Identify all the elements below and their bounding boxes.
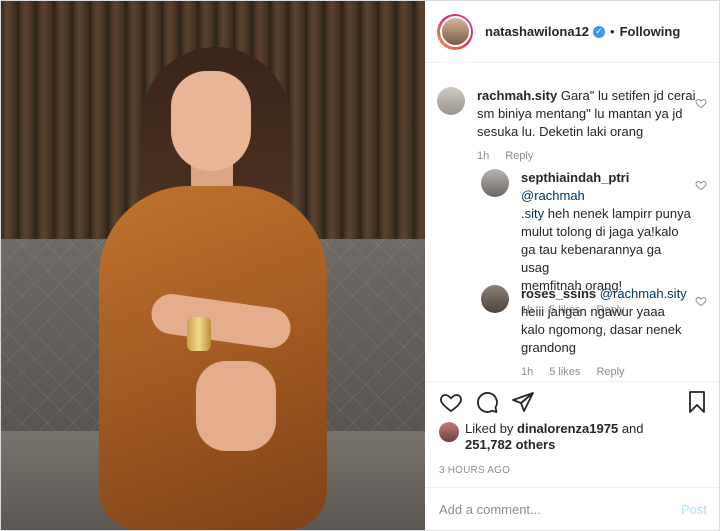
verified-badge-icon: ✓ <box>593 25 606 38</box>
comment-text-line: Gara" lu setifen jd cerai <box>560 88 696 103</box>
comment-like-icon[interactable] <box>695 295 707 307</box>
liked-by: Liked by dinalorenza1975 and 251,782 oth… <box>425 421 719 461</box>
profile-avatar[interactable] <box>437 13 473 50</box>
add-comment-input[interactable]: Add a comment... <box>439 502 541 517</box>
post-header: natashawilona12 ✓ • Following <box>425 1 719 63</box>
comment-body: rachmah.sity Gara" lu setifen jd cerai s… <box>477 87 696 165</box>
avatar-image <box>439 16 471 47</box>
dress <box>99 186 327 530</box>
comment-text-line: mulut tolong di jaga ya!kalo <box>521 224 679 239</box>
comment-text-line: ga tau kebenarannya ga usag <box>521 242 662 275</box>
profile-username[interactable]: natashawilona12 <box>485 24 589 39</box>
comment-text-line: sesuka lu. Deketin laki orang <box>477 124 644 139</box>
commenter-avatar[interactable] <box>481 285 509 313</box>
liker-avatar[interactable] <box>439 422 459 442</box>
header-separator: • <box>610 24 615 39</box>
comment-text-line: heiii jangan ngawur yaaa <box>521 304 665 319</box>
comment-text-line: grandong <box>521 340 576 355</box>
share-icon[interactable] <box>511 390 535 414</box>
likes-count[interactable]: 5 likes <box>549 363 580 381</box>
comment-meta: 1h Reply <box>477 147 696 165</box>
comment-username[interactable]: roses_ssins <box>521 286 596 301</box>
comment-username[interactable]: rachmah.sity <box>477 88 557 103</box>
comment-item: rachmah.sity Gara" lu setifen jd cerai s… <box>437 87 697 165</box>
following-button[interactable]: Following <box>620 24 681 39</box>
comment-text-line: kalo ngomong, dasar nenek <box>521 322 682 337</box>
mention-link[interactable]: .sity <box>521 206 544 221</box>
post-actions <box>425 381 719 421</box>
comment-text-line: sm biniya mentang" lu mantan ya jd <box>477 106 683 121</box>
hand <box>196 361 276 451</box>
commenter-avatar[interactable] <box>437 87 465 115</box>
comment-like-icon[interactable] <box>695 179 707 191</box>
reply-item: roses_ssins @rachmah.sity heiii jangan n… <box>481 285 691 381</box>
reply-button[interactable]: Reply <box>505 147 533 165</box>
comment-like-icon[interactable] <box>695 97 707 109</box>
likes-others-count[interactable]: 251,782 others <box>465 437 555 452</box>
liker-username[interactable]: dinalorenza1975 <box>517 421 618 436</box>
post-timestamp[interactable]: 3 HOURS AGO <box>425 461 719 487</box>
commenter-avatar[interactable] <box>481 169 509 197</box>
comment-time: 1h <box>521 366 534 378</box>
mention-link[interactable]: @rachmah <box>521 188 585 203</box>
bookmark-icon[interactable] <box>685 390 709 417</box>
liked-by-text: Liked by dinalorenza1975 and 251,782 oth… <box>465 421 644 453</box>
heart-icon[interactable] <box>439 390 463 414</box>
comment-meta: 1h 5 likes Reply <box>521 363 687 381</box>
post-comment-button[interactable]: Post <box>681 502 707 517</box>
comment-time: 1h <box>477 150 490 162</box>
reply-button[interactable]: Reply <box>596 363 624 381</box>
post-photo[interactable] <box>1 1 425 530</box>
comment-icon[interactable] <box>475 390 499 414</box>
post-sidebar: natashawilona12 ✓ • Following rachmah.si… <box>425 1 719 530</box>
liked-by-prefix: Liked by <box>465 421 514 436</box>
face <box>171 71 251 171</box>
comment-body: roses_ssins @rachmah.sity heiii jangan n… <box>521 285 687 381</box>
add-comment-bar: Add a comment... Post <box>425 487 719 530</box>
liked-by-conj: and <box>621 421 644 436</box>
comment-text-line: heh nenek lampirr punya <box>547 206 691 221</box>
gold-cuff <box>187 317 211 351</box>
mention-link[interactable]: @rachmah.sity <box>600 286 687 301</box>
comments-list[interactable]: rachmah.sity Gara" lu setifen jd cerai s… <box>425 63 719 381</box>
comment-username[interactable]: septhiaindah_ptri <box>521 170 629 185</box>
instagram-post: natashawilona12 ✓ • Following rachmah.si… <box>0 0 720 531</box>
